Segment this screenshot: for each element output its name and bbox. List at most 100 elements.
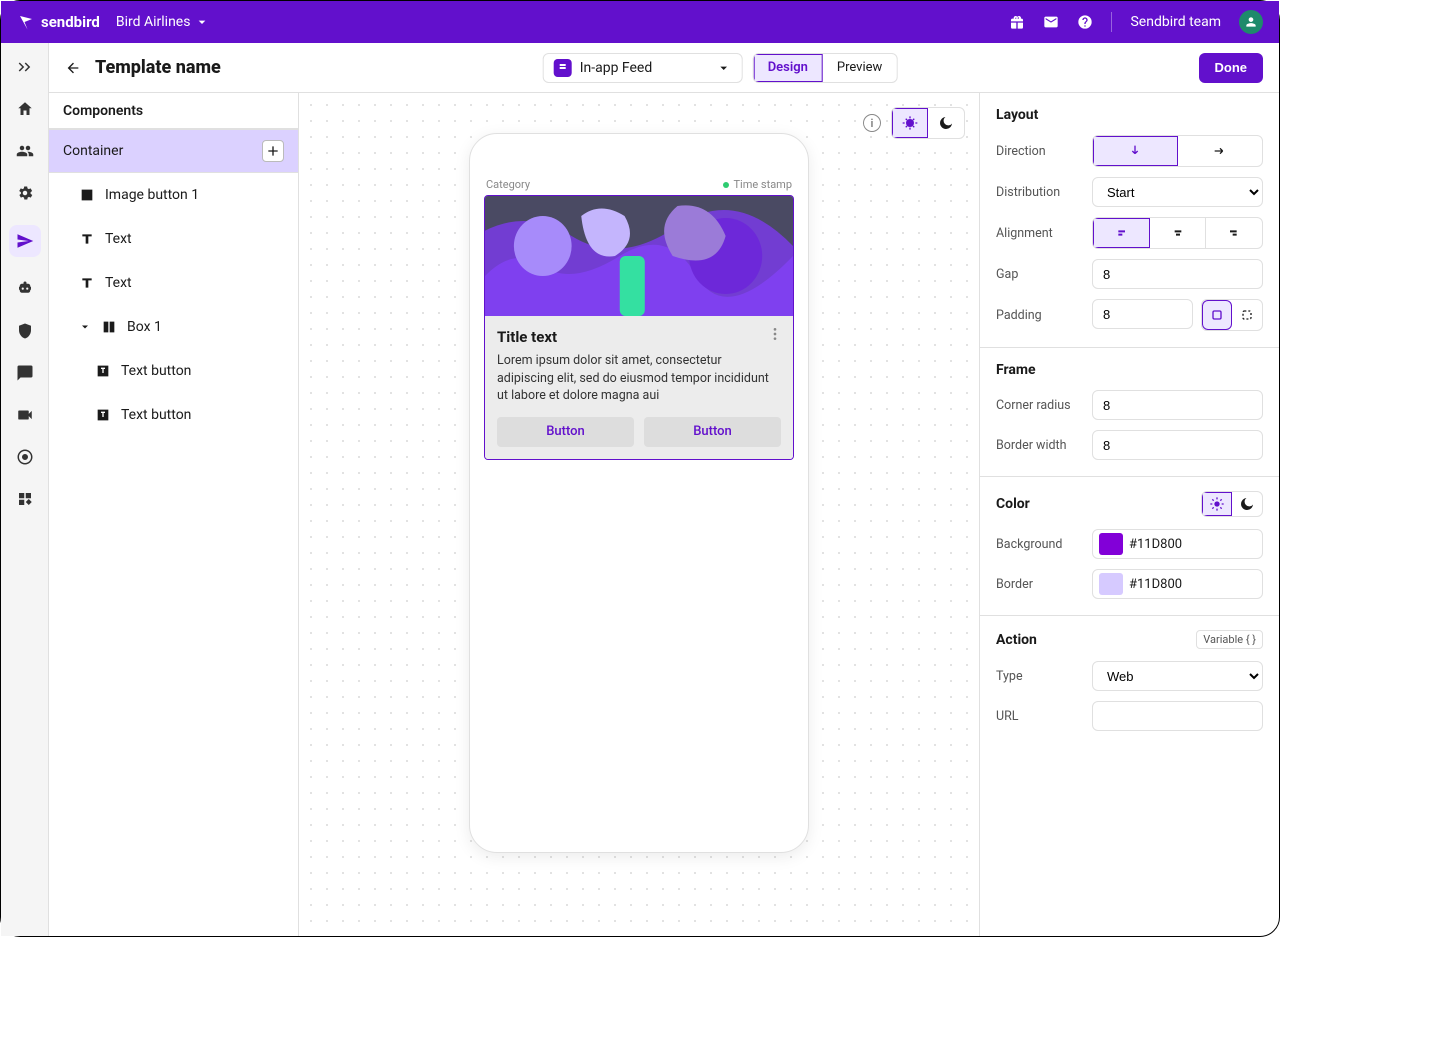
color-swatch (1099, 533, 1123, 555)
text-button-icon (95, 407, 111, 423)
more-icon[interactable] (767, 326, 783, 346)
card-button-2[interactable]: Button (644, 417, 781, 447)
align-end[interactable] (1206, 218, 1262, 248)
color-heading: Color (996, 496, 1030, 512)
tree-label: Box 1 (127, 319, 162, 335)
corner-radius-input[interactable] (1092, 390, 1263, 420)
tree-label: Text button (121, 407, 191, 423)
tree-item-container[interactable]: Container (49, 129, 298, 173)
tab-design[interactable]: Design (754, 54, 823, 82)
border-width-input[interactable] (1092, 430, 1263, 460)
shield-icon[interactable] (15, 321, 35, 341)
widget-icon[interactable] (15, 489, 35, 509)
text-icon (79, 275, 95, 291)
users-icon[interactable] (15, 141, 35, 161)
tree-label: Container (63, 143, 123, 159)
tree-item-text[interactable]: Text (49, 217, 298, 261)
padding-mode-toggle (1201, 299, 1263, 331)
background-color-input[interactable]: #11D800 (1092, 529, 1263, 559)
tree-label: Text button (121, 363, 191, 379)
done-button[interactable]: Done (1199, 53, 1264, 83)
page-title: Template name (95, 57, 221, 78)
tree-item-text-button[interactable]: Text button (49, 393, 298, 437)
tree-item-box[interactable]: Box 1 (49, 305, 298, 349)
gear-icon[interactable] (15, 183, 35, 203)
mode-tabs: Design Preview (753, 53, 898, 83)
chat-icon[interactable] (15, 363, 35, 383)
frame-heading: Frame (996, 362, 1263, 378)
alignment-label: Alignment (996, 226, 1082, 241)
border-color-input[interactable]: #11D800 (1092, 569, 1263, 599)
padding-input[interactable] (1092, 299, 1193, 329)
brand-logo[interactable]: sendbird (17, 13, 100, 31)
gift-icon[interactable] (1009, 14, 1025, 30)
canvas[interactable]: i Category Time stamp (299, 93, 979, 936)
preview-device: Category Time stamp (469, 133, 809, 853)
distribution-label: Distribution (996, 185, 1082, 200)
card-hero-image (485, 196, 793, 316)
action-url-input[interactable] (1092, 701, 1263, 731)
caret-icon (77, 321, 93, 333)
color-light-button[interactable] (1202, 492, 1232, 516)
image-button-icon (79, 187, 95, 203)
mail-icon[interactable] (1043, 14, 1059, 30)
feed-badge-icon (554, 59, 572, 77)
align-start[interactable] (1093, 218, 1150, 248)
add-child-button[interactable] (262, 140, 284, 162)
card-timestamp: Time stamp (723, 178, 792, 191)
nav-rail (1, 43, 49, 936)
background-label: Background (996, 537, 1082, 552)
help-icon[interactable] (1077, 14, 1093, 30)
broadcast-icon[interactable] (15, 447, 35, 467)
padding-individual[interactable] (1232, 300, 1262, 330)
chevron-down-icon (194, 14, 210, 30)
action-url-label: URL (996, 709, 1082, 724)
border-color-label: Border (996, 577, 1082, 592)
chevron-down-icon (716, 60, 732, 76)
preview-card[interactable]: Title text Lorem ipsum dolor sit amet, c… (484, 195, 794, 460)
layout-heading: Layout (996, 107, 1263, 123)
back-arrow-icon[interactable] (65, 60, 81, 76)
gap-input[interactable] (1092, 259, 1263, 289)
org-selector[interactable]: Bird Airlines (116, 14, 211, 30)
components-tree: Components Container Image button 1 Text… (49, 93, 299, 936)
card-button-1[interactable]: Button (497, 417, 634, 447)
channel-value: In-app Feed (580, 60, 653, 76)
tree-item-text-button[interactable]: Text button (49, 349, 298, 393)
collapse-icon[interactable] (15, 57, 35, 77)
org-name: Bird Airlines (116, 14, 191, 30)
tree-item-image-button[interactable]: Image button 1 (49, 173, 298, 217)
border-color-value: #11D800 (1129, 577, 1182, 592)
color-dark-button[interactable] (1232, 492, 1262, 516)
bot-icon[interactable] (15, 279, 35, 299)
avatar[interactable] (1239, 10, 1263, 34)
dark-mode-button[interactable] (928, 108, 964, 138)
color-swatch (1099, 573, 1123, 595)
direction-vertical[interactable] (1093, 136, 1178, 166)
align-center[interactable] (1150, 218, 1207, 248)
variable-chip[interactable]: Variable { } (1196, 630, 1263, 649)
home-icon[interactable] (15, 99, 35, 119)
tree-item-text[interactable]: Text (49, 261, 298, 305)
light-mode-button[interactable] (892, 108, 928, 138)
action-heading: Action (996, 632, 1037, 648)
channel-select[interactable]: In-app Feed (543, 53, 743, 83)
tree-label: Image button 1 (105, 187, 199, 203)
text-icon (79, 231, 95, 247)
direction-toggle (1092, 135, 1263, 167)
padding-uniform[interactable] (1202, 300, 1232, 330)
gap-label: Gap (996, 267, 1082, 282)
tab-preview[interactable]: Preview (823, 54, 896, 82)
theme-toggle (891, 107, 965, 139)
brand-name: sendbird (41, 13, 100, 31)
send-icon[interactable] (9, 225, 41, 257)
direction-horizontal[interactable] (1178, 136, 1262, 166)
video-icon[interactable] (15, 405, 35, 425)
text-button-icon (95, 363, 111, 379)
action-type-select[interactable]: Web (1092, 661, 1263, 691)
distribution-select[interactable]: Start (1092, 177, 1263, 207)
color-mode-toggle (1201, 491, 1263, 517)
info-icon[interactable]: i (863, 114, 881, 132)
box-icon (101, 319, 117, 335)
corner-radius-label: Corner radius (996, 398, 1082, 413)
